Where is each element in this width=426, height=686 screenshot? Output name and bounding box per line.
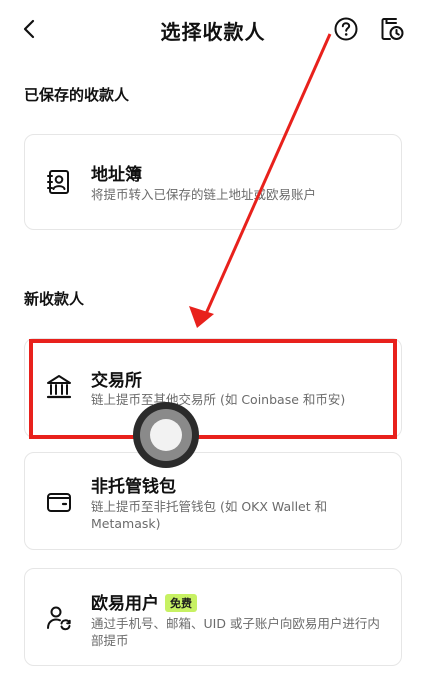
- history-button[interactable]: [379, 16, 405, 42]
- address-book-icon: [47, 170, 69, 194]
- wallet-icon: [47, 493, 71, 512]
- bank-building-icon: [46, 375, 72, 399]
- touch-indicator: [133, 402, 199, 468]
- okx-user-card[interactable]: 欧易用户 免费 通过手机号、邮箱、UID 或子账户向欧易用户进行内部提币: [24, 568, 402, 666]
- address-book-card[interactable]: 地址簿 将提币转入已保存的链上地址或欧易账户: [24, 134, 402, 230]
- address-book-desc: 将提币转入已保存的链上地址或欧易账户: [91, 187, 317, 202]
- non-custodial-wallet-desc: 链上提币至非托管钱包 (如 OKX Wallet 和 Metamask): [91, 499, 328, 531]
- saved-recipients-label: 已保存的收款人: [24, 86, 130, 104]
- exchange-card[interactable]: 交易所 链上提币至其他交易所 (如 Coinbase 和币安): [24, 338, 402, 438]
- page-title: 选择收款人: [160, 20, 266, 44]
- non-custodial-wallet-title: 非托管钱包: [91, 477, 176, 497]
- free-badge: 免费: [165, 594, 197, 612]
- exchange-title: 交易所: [91, 371, 142, 391]
- document-clock-icon: [381, 18, 404, 40]
- okx-user-desc: 通过手机号、邮箱、UID 或子账户向欧易用户进行内部提币: [91, 616, 380, 648]
- okx-user-title-text: 欧易用户: [91, 594, 159, 614]
- question-circle-icon: [334, 17, 358, 41]
- okx-user-title: 欧易用户 免费: [91, 589, 197, 614]
- header: 选择收款人: [0, 0, 426, 58]
- touch-core: [150, 419, 182, 451]
- help-button[interactable]: [333, 16, 359, 42]
- non-custodial-wallet-card[interactable]: 非托管钱包 链上提币至非托管钱包 (如 OKX Wallet 和 Metamas…: [24, 452, 402, 550]
- exchange-desc: 链上提币至其他交易所 (如 Coinbase 和币安): [91, 392, 346, 407]
- address-book-title: 地址簿: [91, 165, 142, 185]
- user-transfer-icon: [47, 606, 71, 631]
- new-recipients-label: 新收款人: [24, 290, 85, 308]
